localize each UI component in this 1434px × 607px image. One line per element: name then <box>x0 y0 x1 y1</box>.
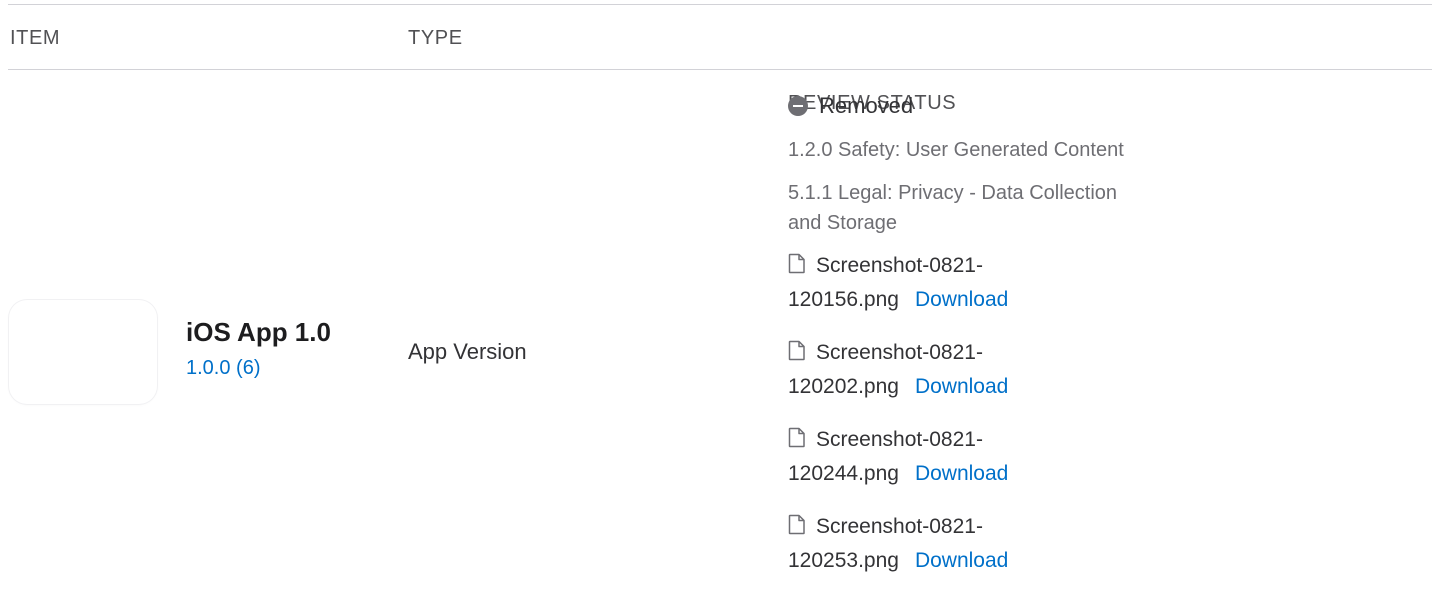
download-link[interactable]: Download <box>915 462 1008 485</box>
rejection-reason: 1.2.0 Safety: User Generated Content <box>788 139 1124 161</box>
attachment-item: Screenshot-0821- 120202.png Download <box>788 337 1128 403</box>
review-table: ITEM TYPE REVIEW STATUS iOS App 1.0 1.0.… <box>0 0 1434 607</box>
attachment-filename: 120244.png <box>788 462 899 485</box>
status-indicator: Removed <box>788 91 1128 121</box>
review-status-cell: Removed 1.2.0 Safety: User Generated Con… <box>788 91 1128 577</box>
item-type: App Version <box>408 339 527 364</box>
download-link[interactable]: Download <box>915 288 1008 311</box>
document-icon <box>788 513 806 545</box>
column-header-item: ITEM <box>10 27 61 49</box>
download-link[interactable]: Download <box>915 549 1008 572</box>
document-icon <box>788 252 806 284</box>
attachment-filename: 120202.png <box>788 375 899 398</box>
build-link[interactable]: 1.0.0 (6) <box>186 355 260 381</box>
removed-icon <box>788 96 808 116</box>
document-icon <box>788 426 806 458</box>
attachment-filename: 120253.png <box>788 549 899 572</box>
app-icon <box>9 300 157 404</box>
attachment-filename: Screenshot-0821- <box>816 428 983 451</box>
attachment-item: Screenshot-0821- 120253.png Download <box>788 511 1128 577</box>
attachment-item: Screenshot-0821- 120244.png Download <box>788 424 1128 490</box>
document-icon <box>788 339 806 371</box>
attachment-filename: 120156.png <box>788 288 899 311</box>
header-divider <box>8 69 1432 70</box>
attachment-filename: Screenshot-0821- <box>816 515 983 538</box>
rejection-reason: 5.1.1 Legal: Privacy - Data Collection a… <box>788 182 1118 234</box>
attachment-item: Screenshot-0821- 120156.png Download <box>788 250 1128 316</box>
table-top-divider <box>8 4 1432 5</box>
app-name: iOS App 1.0 <box>186 317 331 347</box>
status-label: Removed <box>819 93 914 118</box>
column-header-type: TYPE <box>408 27 463 49</box>
attachment-filename: Screenshot-0821- <box>816 341 983 364</box>
download-link[interactable]: Download <box>915 375 1008 398</box>
attachment-filename: Screenshot-0821- <box>816 254 983 277</box>
